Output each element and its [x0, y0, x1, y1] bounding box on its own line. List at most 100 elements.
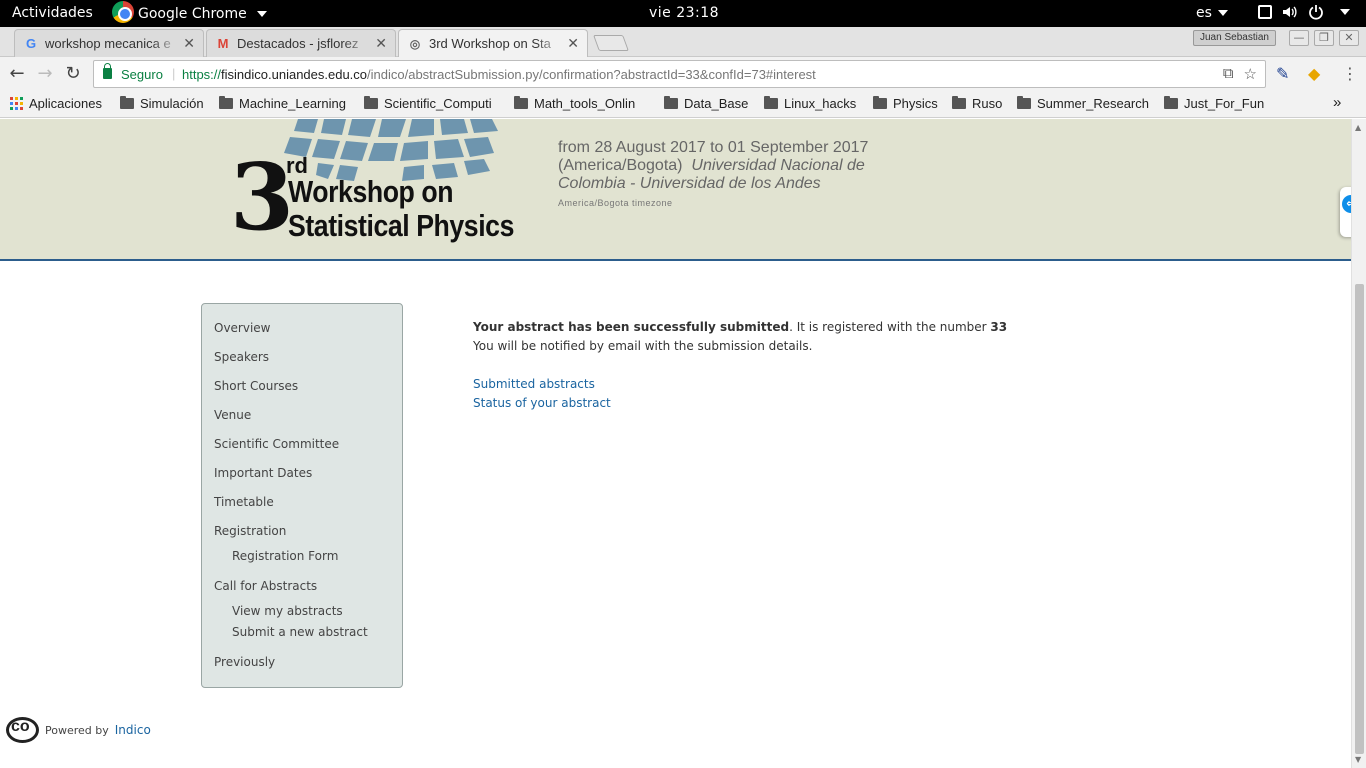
back-arrow-icon[interactable]: ←	[6, 63, 28, 85]
dropdown-arrow-icon	[1217, 10, 1228, 16]
system-status-area[interactable]	[1258, 4, 1350, 20]
scroll-down-icon[interactable]: ▼	[1355, 755, 1361, 764]
menu-item-important-dates[interactable]: Important Dates	[214, 466, 312, 480]
google-g-icon: G	[25, 36, 37, 51]
app-menu[interactable]: Google Chrome	[112, 1, 267, 23]
tab-workshop-search[interactable]: G workshop mecanica e ✕	[14, 29, 204, 57]
logo-title: Workshop on Statistical Physics	[288, 175, 514, 243]
scroll-up-icon[interactable]: ▲	[1355, 123, 1361, 132]
separator: |	[172, 66, 176, 81]
bookmark-label: Ruso	[972, 96, 1003, 111]
menu-item-view-my-abstracts[interactable]: View my abstracts	[232, 604, 343, 618]
web-page: 3 rd Workshop on Statistical Physics fro…	[0, 119, 1351, 768]
language-selector[interactable]: es	[1196, 5, 1228, 21]
bookmark-folder[interactable]: Physics	[873, 96, 938, 111]
close-icon[interactable]: ✕	[183, 35, 195, 52]
submitted-abstracts-link[interactable]: Submitted abstracts	[473, 375, 1007, 394]
chrome-menu-icon[interactable]: ⋮	[1342, 64, 1358, 83]
tab-title: 3rd Workshop on Sta	[429, 36, 551, 51]
bookmark-label: Data_Base	[684, 96, 749, 111]
close-icon[interactable]: ✕	[567, 35, 579, 52]
menu-item-overview[interactable]: Overview	[214, 321, 271, 335]
bookmark-label: Machine_Learning	[239, 96, 346, 111]
tab-gmail[interactable]: M Destacados - jsflorez ✕	[206, 29, 396, 57]
menu-item-short-courses[interactable]: Short Courses	[214, 379, 298, 393]
folder-icon	[664, 96, 678, 109]
translate-icon[interactable]: ⧉	[1223, 65, 1234, 83]
venue-part-2: Colombia - Universidad de los Andes	[558, 175, 821, 192]
folder-icon	[952, 96, 966, 109]
success-text: Your abstract has been successfully subm…	[473, 320, 790, 334]
bookmark-star-icon[interactable]: ☆	[1244, 65, 1257, 83]
creative-commons-icon	[6, 717, 39, 743]
bookmark-apps[interactable]: Aplicaciones	[10, 96, 102, 111]
bookmark-folder[interactable]: Simulación	[120, 96, 204, 111]
tab-title: Destacados - jsflorez	[237, 36, 359, 51]
reload-icon[interactable]: ↻	[62, 63, 84, 85]
url-path: /indico/abstractSubmission.py/confirmati…	[367, 67, 816, 82]
menu-item-speakers[interactable]: Speakers	[214, 350, 269, 364]
conference-logo[interactable]: 3 rd Workshop on Statistical Physics	[228, 119, 518, 249]
menu-item-submit-new-abstract[interactable]: Submit a new abstract	[232, 625, 368, 639]
language-label: es	[1196, 5, 1212, 21]
bookmark-folder[interactable]: Just_For_Fun	[1164, 96, 1264, 111]
bookmark-label: Physics	[893, 96, 938, 111]
folder-icon	[764, 96, 778, 109]
tab-workshop-indico[interactable]: ◎ 3rd Workshop on Sta ✕	[398, 29, 588, 58]
pen-extension-icon[interactable]: ✎	[1276, 64, 1289, 83]
maximize-button[interactable]: ❐	[1314, 30, 1334, 46]
menu-item-previously[interactable]: Previously	[214, 655, 275, 669]
venue-part-1: Universidad Nacional de	[691, 157, 865, 174]
drive-extension-icon[interactable]: ◆	[1308, 64, 1320, 83]
page-footer: Powered by Indico	[6, 717, 151, 743]
folder-icon	[364, 96, 378, 109]
url-text[interactable]: https://fisindico.uniandes.edu.co/indico…	[182, 67, 816, 82]
dropdown-arrow-icon	[256, 11, 267, 17]
success-line: Your abstract has been successfully subm…	[473, 318, 1007, 337]
profile-button[interactable]: Juan Sebastian	[1193, 30, 1276, 46]
bookmark-folder[interactable]: Data_Base	[664, 96, 748, 111]
folder-icon	[1017, 96, 1031, 109]
bookmark-folder[interactable]: Machine_Learning	[219, 96, 346, 111]
volume-icon	[1282, 4, 1298, 20]
menu-item-scientific-committee[interactable]: Scientific Committee	[214, 437, 339, 451]
teamviewer-tab[interactable]: ⇔	[1340, 187, 1351, 237]
menu-item-registration[interactable]: Registration	[214, 524, 286, 538]
forward-arrow-icon[interactable]: →	[34, 63, 56, 85]
bookmark-label: Simulación	[140, 96, 204, 111]
close-window-button[interactable]: ✕	[1339, 30, 1359, 46]
abstract-number: 33	[990, 320, 1008, 334]
menu-item-registration-form[interactable]: Registration Form	[232, 549, 338, 563]
more-bookmarks-icon[interactable]: »	[1333, 94, 1341, 111]
logo-line-2: Statistical Physics	[288, 208, 514, 243]
menu-item-call-for-abstracts[interactable]: Call for Abstracts	[214, 579, 317, 593]
bookmark-folder[interactable]: Scientific_Computi	[364, 96, 504, 111]
url-host: fisindico.uniandes.edu.co	[221, 67, 368, 82]
registered-text: . It is registered with the number	[789, 320, 991, 334]
bookmark-folder[interactable]: Ruso	[952, 96, 1002, 111]
conference-dates: from 28 August 2017 to 01 September 2017…	[558, 139, 868, 212]
bookmark-folder[interactable]: Summer_Research	[1017, 96, 1149, 111]
app-name: Google Chrome	[138, 6, 247, 22]
address-bar[interactable]: Seguro | https://fisindico.uniandes.edu.…	[93, 60, 1266, 88]
menu-item-venue[interactable]: Venue	[214, 408, 251, 422]
close-icon[interactable]: ✕	[375, 35, 387, 52]
page-scrollbar[interactable]: ▲ ▼	[1351, 119, 1366, 768]
new-tab-button[interactable]	[593, 35, 629, 51]
browser-toolbar: ← → ↻ Seguro | https://fisindico.uniande…	[0, 57, 1366, 91]
secure-label: Seguro	[121, 67, 163, 82]
minimize-button[interactable]: —	[1289, 30, 1309, 46]
abstract-status-link[interactable]: Status of your abstract	[473, 394, 1007, 413]
scrollbar-thumb[interactable]	[1355, 284, 1364, 754]
bookmark-label: Just_For_Fun	[1184, 96, 1265, 111]
tab-strip: G workshop mecanica e ✕ M Destacados - j…	[0, 27, 1366, 58]
indico-icon: ◎	[409, 37, 421, 51]
clock[interactable]: vie 23:18	[649, 5, 719, 21]
folder-icon	[219, 96, 233, 109]
activities-button[interactable]: Actividades	[12, 5, 93, 21]
bookmark-folder[interactable]: Math_tools_Onlin	[514, 96, 652, 111]
indico-link[interactable]: Indico	[115, 723, 151, 737]
bookmarks-bar: Aplicaciones Simulación Machine_Learning…	[0, 91, 1366, 118]
bookmark-folder[interactable]: Linux_hacks	[764, 96, 856, 111]
menu-item-timetable[interactable]: Timetable	[214, 495, 274, 509]
